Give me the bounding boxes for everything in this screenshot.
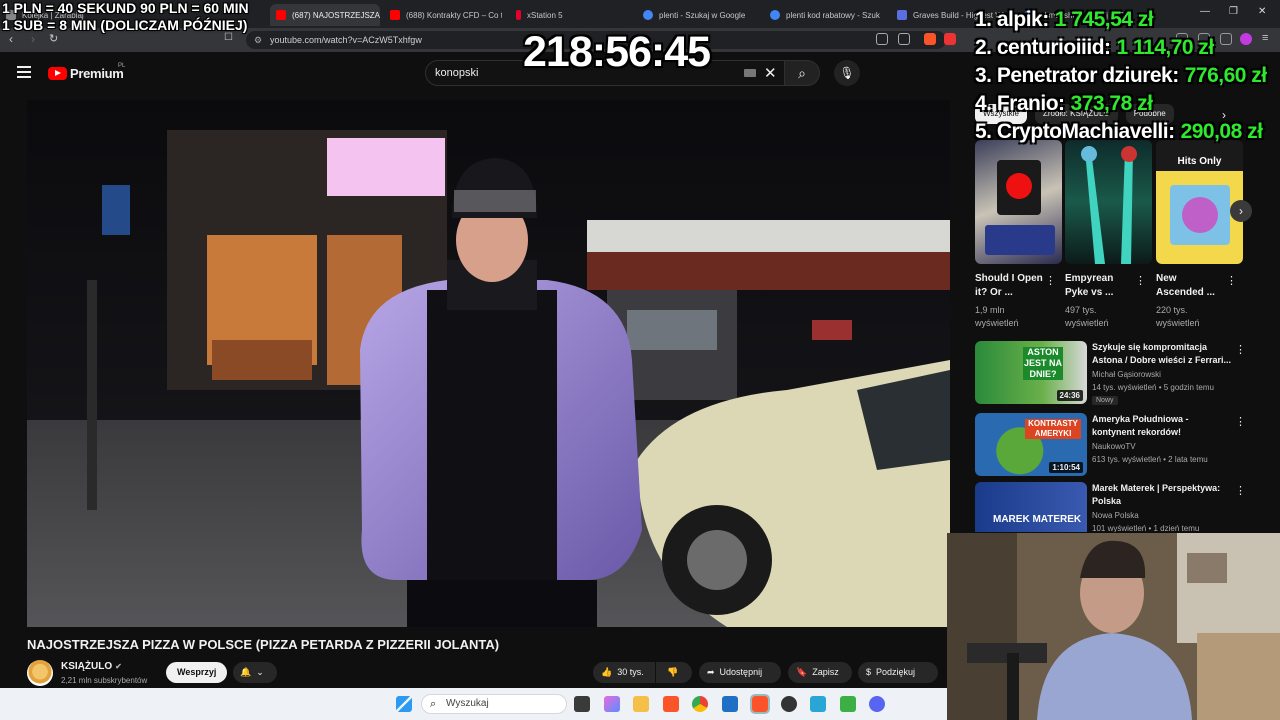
leaderboard-row: 2. centurioiiid: 1 114,70 zł xyxy=(975,36,1214,59)
tab-active[interactable]: (687) NAJOSTRZEJSZA✕ xyxy=(270,4,380,26)
brave-active-icon[interactable] xyxy=(750,694,770,714)
keyboard-icon[interactable] xyxy=(744,69,756,77)
support-button[interactable]: Wesprzyj xyxy=(166,662,228,683)
save-button[interactable]: 🔖 Zapisz xyxy=(788,662,852,683)
video-frame xyxy=(27,100,950,627)
search-icon: ⌕ xyxy=(798,65,806,81)
donation-rules-overlay: 1 PLN = 40 SEKUND 90 PLN = 60 MIN 1 SUB … xyxy=(2,0,249,33)
brave-shield-icon[interactable] xyxy=(924,33,936,45)
leaderboard-row: 4. Franio: 373,78 zł xyxy=(975,92,1153,115)
search-button[interactable]: ⌕ xyxy=(784,60,820,86)
tab-2[interactable]: (688) Kontrakty CFD – Co t xyxy=(384,4,502,26)
notifications-button[interactable]: 🔔 ⌄ xyxy=(233,662,277,683)
youtube-premium-logo[interactable]: Premium PL xyxy=(48,63,125,81)
notepad-icon[interactable] xyxy=(810,696,826,712)
tab-4[interactable]: plenti - Szukaj w Google xyxy=(637,4,761,26)
tab-3[interactable]: xStation 5 xyxy=(510,4,630,26)
chevron-down-icon: ⌄ xyxy=(256,667,264,677)
forward-icon[interactable]: › xyxy=(31,32,35,46)
brave-rewards-icon[interactable] xyxy=(944,33,956,45)
webcam-image xyxy=(947,533,1280,720)
channel-avatar[interactable] xyxy=(27,660,53,686)
youtube-favicon-icon xyxy=(276,10,286,20)
discord-icon[interactable] xyxy=(869,696,885,712)
bell-icon: 🔔 xyxy=(240,667,252,677)
back-icon[interactable]: ‹ xyxy=(9,32,13,46)
save-icon: 🔖 xyxy=(796,667,808,677)
windows-start-icon[interactable] xyxy=(396,696,412,712)
dislike-button[interactable]: 👎 xyxy=(656,662,692,683)
more-options-icon[interactable]: ⋮ xyxy=(1235,415,1246,428)
microphone-icon: 🎙 xyxy=(839,66,855,80)
video-thumbnail[interactable]: MAREK MATEREK xyxy=(975,482,1087,532)
leaderboard-row: 1. alpik: 1 745,54 zł xyxy=(975,8,1154,31)
taskbar-search[interactable]: ⌕ Wyszukaj xyxy=(421,694,567,714)
file-explorer-icon[interactable] xyxy=(633,696,649,712)
obs-icon[interactable] xyxy=(781,696,797,712)
copilot-icon[interactable] xyxy=(604,696,620,712)
site-info-icon[interactable]: ⚙ xyxy=(254,31,262,49)
short-thumbnail[interactable]: Hits Only xyxy=(1156,140,1243,264)
thanks-icon: $ xyxy=(866,667,872,677)
google-favicon-icon xyxy=(770,10,780,20)
more-options-icon[interactable]: ⋮ xyxy=(1135,274,1146,287)
verified-icon: ✔ xyxy=(115,662,122,671)
share-page-icon[interactable] xyxy=(898,33,910,45)
clear-search-icon[interactable]: ✕ xyxy=(764,64,777,82)
subathon-timer: 218:56:45 xyxy=(523,28,711,76)
voice-search-button[interactable]: 🎙 xyxy=(834,60,860,86)
video-thumbnail[interactable]: KONTRASTY AMERYKI 1:10:54 xyxy=(975,413,1087,476)
recommended-video[interactable]: MAREK MATEREK Marek Materek | Perspektyw… xyxy=(975,482,1245,532)
video-player[interactable] xyxy=(27,100,950,627)
more-options-icon[interactable]: ⋮ xyxy=(1235,484,1245,497)
share-icon: ➦ xyxy=(707,667,715,677)
more-options-icon[interactable]: ⋮ xyxy=(1235,343,1246,356)
donation-leaderboard: 1. alpik: 1 745,54 zł 2. centurioiiid: 1 1… xyxy=(975,6,1267,146)
pokemon-pack-image xyxy=(985,160,1055,255)
like-button[interactable]: 👍 30 tys. xyxy=(593,662,655,683)
more-options-icon[interactable]: ⋮ xyxy=(1226,274,1237,287)
brave-browser-icon[interactable] xyxy=(663,696,679,712)
recommended-video[interactable]: ASTON JEST NA DNIE? 24:36 Szykuje się ko… xyxy=(975,341,1246,405)
leaderboard-row: 5. CryptoMachiavelli: 290,08 zł xyxy=(975,120,1263,143)
search-icon: ⌕ xyxy=(430,698,437,710)
video-title: NAJOSTRZEJSZA PIZZA W POLSCE (PIZZA PETA… xyxy=(27,637,500,652)
subscriber-count: 2,21 mln subskrybentów xyxy=(61,676,148,685)
chrome-icon[interactable] xyxy=(692,696,708,712)
thumbs-down-icon: 👎 xyxy=(667,667,679,677)
more-options-icon[interactable]: ⋮ xyxy=(1045,274,1056,287)
graves-favicon-icon xyxy=(897,10,907,20)
shorts-next-icon[interactable]: › xyxy=(1230,200,1252,222)
task-view-icon[interactable] xyxy=(574,696,590,712)
short-item[interactable]: Should I Open it? Or ... 1,9 mln wyświet… xyxy=(975,140,1062,330)
android-icon[interactable] xyxy=(840,696,856,712)
shorts-shelf: Should I Open it? Or ... 1,9 mln wyświet… xyxy=(975,140,1255,335)
share-button[interactable]: ➦ Udostępnij xyxy=(699,662,781,683)
cast-icon[interactable] xyxy=(876,33,888,45)
short-thumbnail[interactable] xyxy=(1065,140,1152,264)
hamburger-menu-icon[interactable] xyxy=(17,66,31,78)
thanks-button[interactable]: $ Podziękuj xyxy=(858,662,938,683)
tab-5[interactable]: plenti kod rabatowy - Szuk xyxy=(764,4,888,26)
store-icon[interactable] xyxy=(722,696,738,712)
thumbs-up-icon: 👍 xyxy=(601,667,613,677)
game-characters-image xyxy=(1081,146,1137,264)
recommended-video[interactable]: KONTRASTY AMERYKI 1:10:54 Ameryka Połudn… xyxy=(975,413,1246,477)
channel-name[interactable]: KSIĄŻULO ✔ xyxy=(61,661,122,672)
short-item[interactable]: Hits Only New Ascended ... 220 tys. wyśw… xyxy=(1156,140,1243,330)
short-item[interactable]: Empyrean Pyke vs ... 497 tys. wyświetleń… xyxy=(1065,140,1152,330)
youtube-play-icon xyxy=(48,67,67,80)
xstation-favicon-icon xyxy=(516,10,521,20)
leaderboard-row: 3. Penetrator dziurek: 776,60 zł xyxy=(975,64,1267,87)
short-thumbnail[interactable] xyxy=(975,140,1062,264)
google-favicon-icon xyxy=(643,10,653,20)
webcam-overlay xyxy=(947,533,1280,720)
cards-image xyxy=(1170,185,1230,245)
video-thumbnail[interactable]: ASTON JEST NA DNIE? 24:36 xyxy=(975,341,1087,404)
youtube-favicon-icon xyxy=(390,10,400,20)
